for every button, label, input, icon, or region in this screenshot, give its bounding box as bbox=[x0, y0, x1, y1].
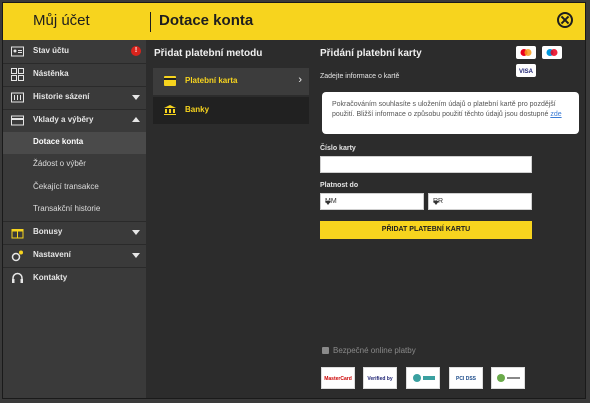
chevron-right-icon: › bbox=[298, 74, 302, 86]
secure-payments: Bezpečné online platby bbox=[322, 346, 416, 355]
sidebar-item-dashboard[interactable]: Nástěnka bbox=[3, 64, 146, 86]
sidebar-item-label: Stav účtu bbox=[33, 46, 70, 55]
consent-text: Pokračováním souhlasíte s uložením údajů… bbox=[332, 101, 556, 118]
sidebar-item-deposits-withdrawals[interactable]: Vklady a výběry bbox=[3, 110, 146, 132]
page-title: Dotace konta bbox=[159, 12, 254, 29]
sidebar-subitem-pending-transactions[interactable]: Čekající transakce bbox=[3, 177, 146, 199]
history-icon bbox=[11, 92, 24, 103]
pci-dss-logo: PCI DSS bbox=[449, 367, 483, 389]
form-heading: Přidání platební karty bbox=[320, 48, 422, 59]
chevron-down-icon bbox=[132, 230, 140, 235]
consent-notice: Pokračováním souhlasíte s uložením údajů… bbox=[322, 92, 579, 134]
expiry-month-select[interactable]: MM bbox=[320, 193, 424, 210]
headset-icon bbox=[12, 272, 23, 283]
payment-methods-panel: Přidat platební metodu Platební karta › … bbox=[148, 40, 314, 398]
sidebar-subitem-transaction-history[interactable]: Transakční historie bbox=[3, 199, 146, 221]
add-card-panel: Přidání platební karty VISA Zadejte info… bbox=[316, 40, 585, 398]
card-number-input[interactable] bbox=[320, 156, 532, 173]
lock-icon bbox=[322, 347, 329, 354]
card-number-label: Číslo karty bbox=[320, 145, 356, 152]
expiry-year-select[interactable]: RR bbox=[428, 193, 532, 210]
sidebar-item-label: Nastavení bbox=[33, 250, 71, 259]
dialog: Můj účet Dotace konta Stav účtu ! Nástěn… bbox=[2, 2, 586, 399]
verified-by-visa-logo: Verified by VISA bbox=[363, 367, 397, 389]
card-brands: VISA bbox=[514, 46, 585, 77]
close-icon[interactable] bbox=[557, 12, 573, 28]
chevron-down-icon bbox=[433, 201, 439, 205]
visa-text: VISA bbox=[519, 69, 534, 75]
expiry-label: Platnost do bbox=[320, 182, 359, 189]
chevron-down-icon bbox=[325, 201, 331, 205]
credit-card-icon bbox=[164, 76, 176, 86]
sidebar-item-label: Historie sázení bbox=[33, 92, 90, 101]
header-divider bbox=[150, 12, 151, 32]
account-title: Můj účet bbox=[33, 12, 90, 29]
method-card[interactable]: Platební karta › bbox=[153, 68, 309, 95]
chevron-down-icon bbox=[132, 253, 140, 258]
dashboard-icon bbox=[11, 68, 24, 81]
method-label: Banky bbox=[185, 105, 210, 114]
mastercard-icon bbox=[516, 46, 536, 59]
wallet-icon bbox=[11, 115, 24, 126]
sidebar-item-contacts[interactable]: Kontakty bbox=[3, 268, 146, 290]
maestro-icon bbox=[542, 46, 563, 59]
id-card-icon bbox=[11, 46, 24, 57]
form-subtitle: Zadejte informace o kartě bbox=[320, 73, 400, 80]
sidebar-item-settings[interactable]: Nastavení bbox=[3, 245, 146, 267]
dialog-header: Můj účet Dotace konta bbox=[3, 3, 585, 40]
gift-icon bbox=[11, 229, 24, 239]
sidebar-item-account-status[interactable]: Stav účtu ! bbox=[3, 41, 146, 63]
sidebar-item-label: Bonusy bbox=[33, 227, 63, 236]
sidebar-subitem-label: Dotace konta bbox=[33, 137, 84, 146]
visa-icon: VISA bbox=[516, 64, 536, 77]
security-logo-3 bbox=[406, 367, 440, 389]
sidebar-subitem-withdrawal-request[interactable]: Žádost o výběr bbox=[3, 154, 146, 176]
sidebar-item-bonuses[interactable]: Bonusy bbox=[3, 222, 146, 244]
sidebar-item-label: Vklady a výběry bbox=[33, 115, 94, 124]
sidebar: Stav účtu ! Nástěnka Historie sázení Vkl… bbox=[3, 40, 146, 398]
chevron-down-icon bbox=[132, 95, 140, 100]
sidebar-item-label: Nástěnka bbox=[33, 69, 69, 78]
chevron-up-icon bbox=[132, 117, 140, 122]
add-card-button[interactable]: PŘIDAT PLATEBNÍ KARTU bbox=[320, 221, 532, 239]
panel-heading: Přidat platební metodu bbox=[154, 48, 263, 59]
method-label: Platební karta bbox=[185, 76, 238, 85]
security-logo-5 bbox=[491, 367, 525, 389]
sidebar-item-label: Kontakty bbox=[33, 273, 68, 282]
sidebar-item-betting-history[interactable]: Historie sázení bbox=[3, 87, 146, 109]
method-banks[interactable]: Banky bbox=[153, 97, 309, 124]
sidebar-subitem-label: Čekající transakce bbox=[33, 182, 99, 191]
sidebar-subitem-deposit[interactable]: Dotace konta bbox=[3, 132, 146, 154]
sidebar-subitem-label: Žádost o výběr bbox=[33, 159, 86, 168]
mastercard-securecode-logo: MasterCard SecureCode bbox=[321, 367, 355, 389]
sidebar-subitem-label: Transakční historie bbox=[33, 204, 101, 213]
bank-icon bbox=[164, 105, 176, 115]
alert-badge: ! bbox=[131, 46, 141, 56]
gear-icon bbox=[11, 250, 23, 262]
secure-text: Bezpečné online platby bbox=[333, 346, 416, 355]
consent-link[interactable]: zde bbox=[550, 111, 561, 118]
